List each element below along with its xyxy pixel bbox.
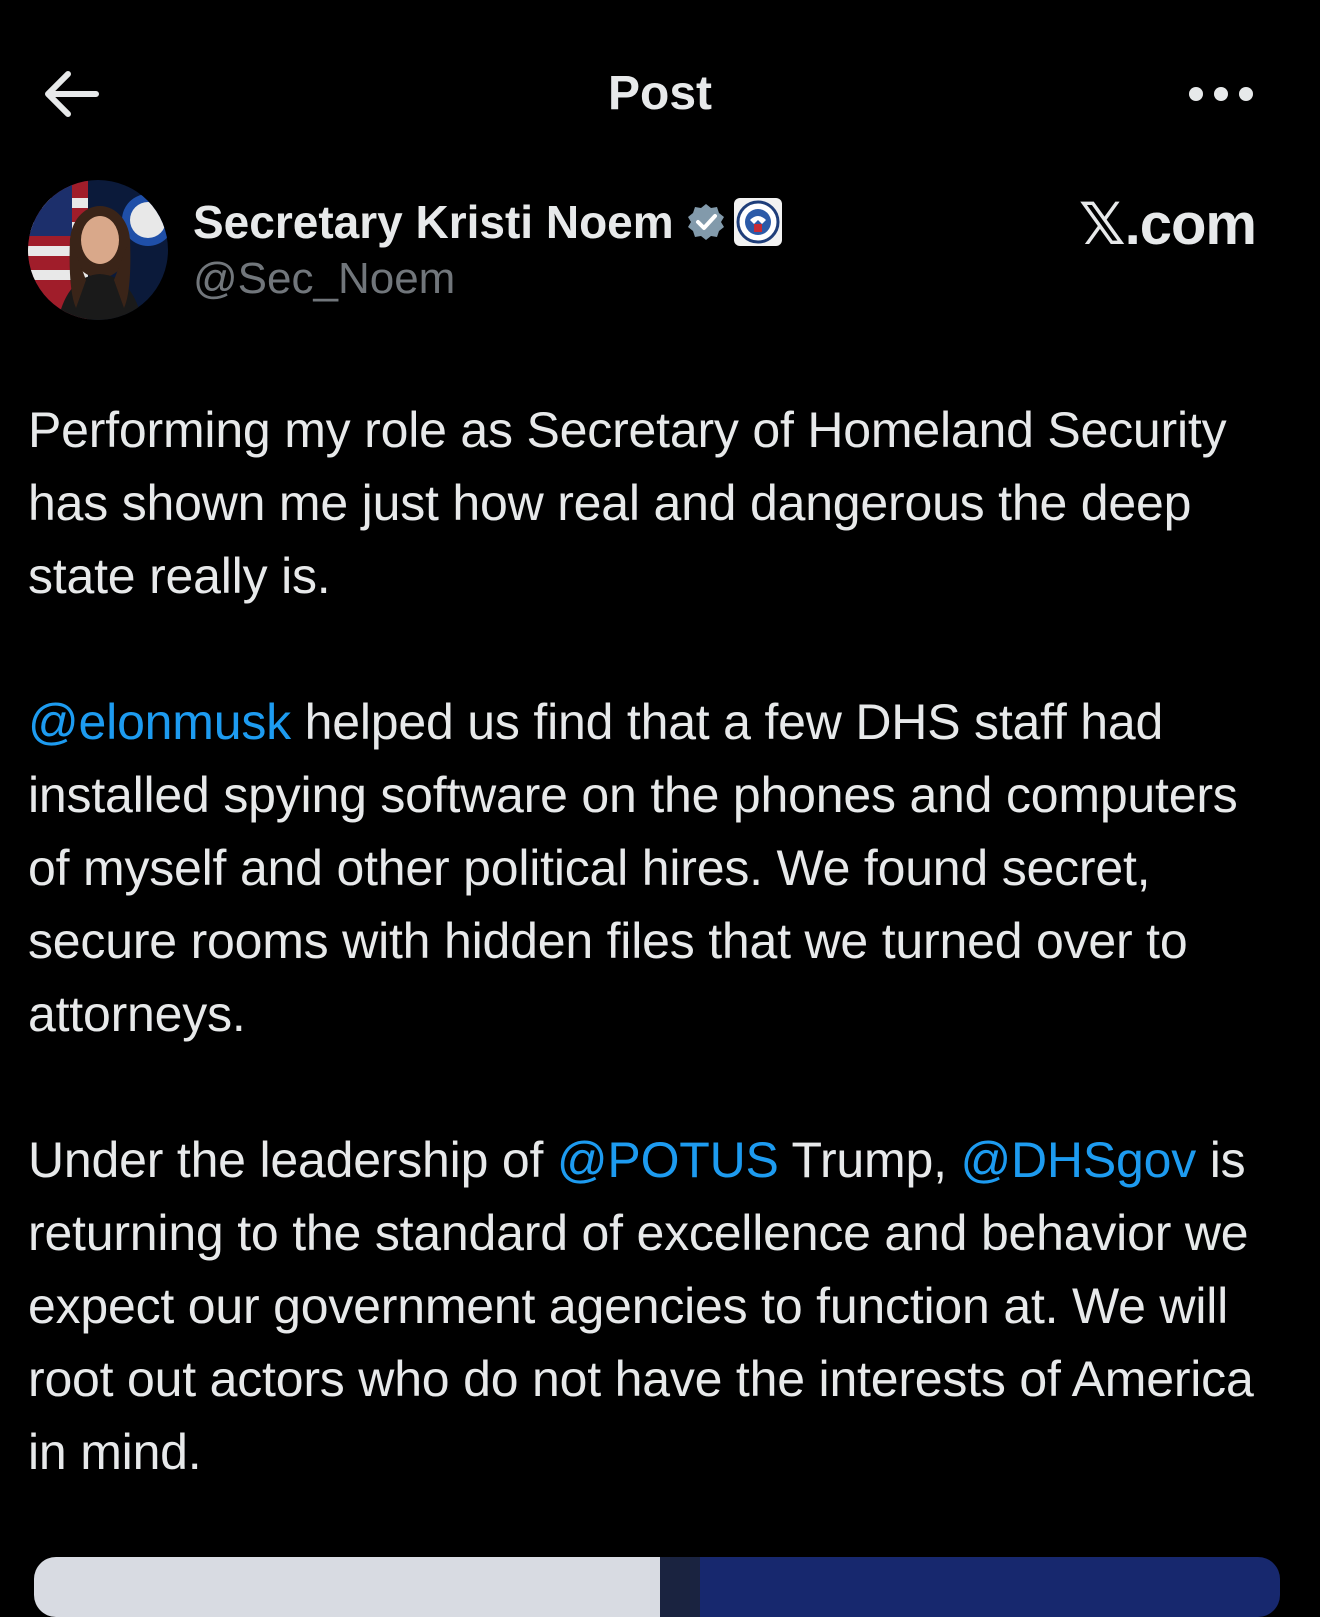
arrow-left-icon — [45, 71, 99, 117]
post-text: Performing my role as Secretary of Homel… — [28, 394, 1292, 1489]
mention-link-dhsgov[interactable]: @DHSgov — [960, 1132, 1196, 1188]
dhs-seal-icon[interactable] — [733, 198, 782, 246]
author-name-line: Secretary Kristi Noem — [193, 192, 782, 252]
mention-link-elonmusk[interactable]: @elonmusk — [28, 694, 291, 750]
post-paragraph-2: @elonmusk helped us find that a few DHS … — [28, 686, 1292, 1051]
post-author-header: Secretary Kristi Noem @Sec_Noem 𝕏.com — [0, 176, 1320, 326]
profile-photo-image — [28, 180, 168, 320]
page-title: Post — [607, 67, 712, 120]
post-paragraph-3-text-a: Under the leadership of — [28, 1132, 557, 1188]
post-paragraph-1: Performing my role as Secretary of Homel… — [28, 402, 1227, 604]
back-button[interactable] — [40, 66, 104, 122]
x-com-watermark: 𝕏.com — [1078, 192, 1257, 257]
author-name[interactable]: Secretary Kristi Noem — [193, 195, 674, 249]
attached-image — [34, 1557, 1280, 1617]
post-paragraph-3: Under the leadership of @POTUS Trump, @D… — [28, 1124, 1292, 1489]
more-horizontal-icon — [1189, 87, 1253, 101]
mention-link-potus[interactable]: @POTUS — [557, 1132, 779, 1188]
more-options-button[interactable] — [1184, 68, 1264, 120]
post-paragraph-3-text-b: Trump, — [778, 1132, 961, 1188]
author-handle[interactable]: @Sec_Noem — [193, 254, 455, 304]
avatar[interactable] — [28, 180, 168, 320]
verified-badge-icon[interactable] — [686, 202, 726, 242]
post-media-preview[interactable] — [34, 1557, 1280, 1617]
top-navigation-bar: Post — [0, 0, 1320, 190]
